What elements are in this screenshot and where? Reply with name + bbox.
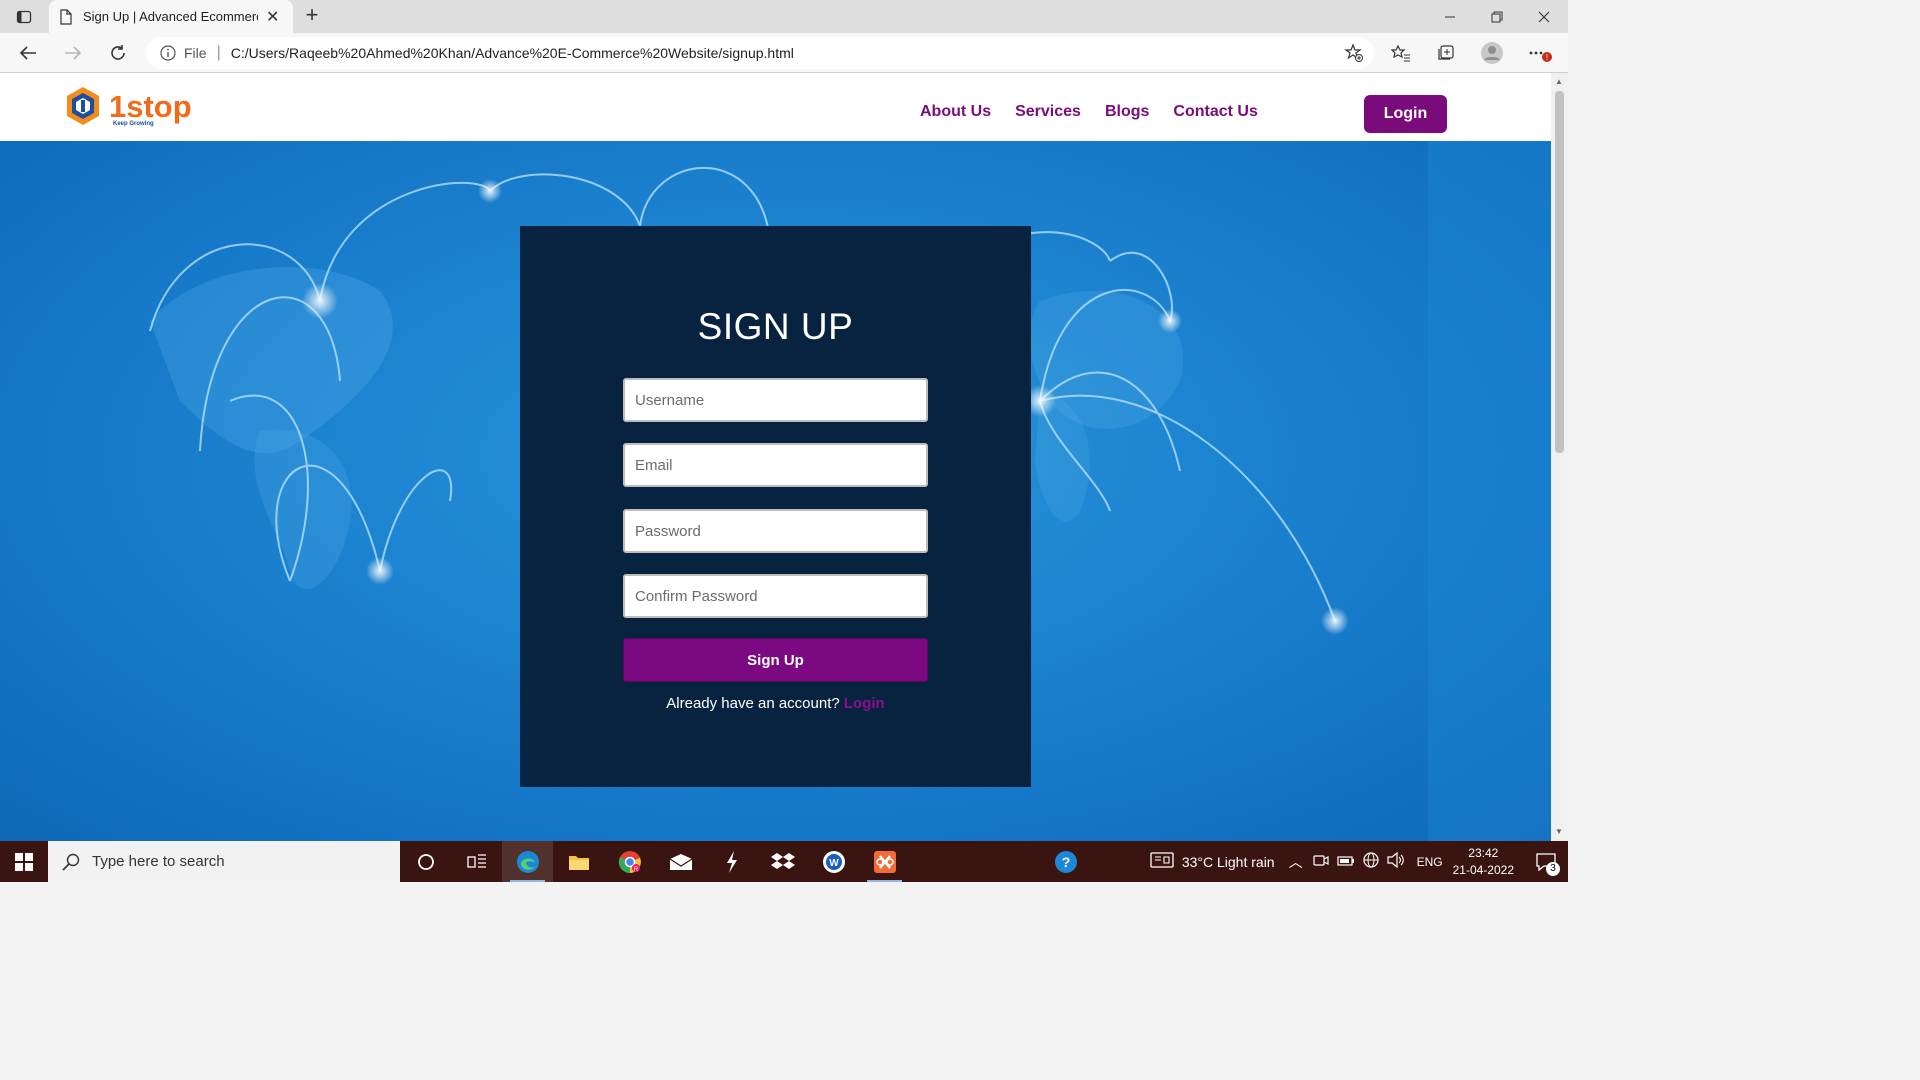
- nav-blogs[interactable]: Blogs: [1105, 103, 1149, 121]
- scroll-down-icon[interactable]: ▼: [1555, 827, 1563, 836]
- tab-title: Sign Up | Advanced Ecommerce: [83, 9, 258, 24]
- weather-icon[interactable]: [1150, 851, 1174, 872]
- notification-count: 3: [1546, 861, 1560, 876]
- search-placeholder: Type here to search: [92, 853, 225, 870]
- show-hidden-icons-icon[interactable]: ︿: [1289, 852, 1303, 872]
- nav-services[interactable]: Services: [1015, 103, 1081, 121]
- main-nav: About Us Services Blogs Contact Us: [920, 103, 1258, 121]
- hero-background: SIGN UP Sign Up Already have an account?…: [0, 141, 1551, 841]
- xampp-icon[interactable]: [859, 841, 910, 882]
- site-info[interactable]: File: [160, 45, 207, 61]
- system-tray: 33°C Light rain ︿ ENG 23:42 21-04-2022 3: [1150, 841, 1568, 882]
- url-text: C:/Users/Raqeeb%20Ahmed%20Khan/Advance%2…: [230, 45, 794, 61]
- clock-date: 21-04-2022: [1452, 862, 1514, 877]
- windows-taskbar: Type here to search R W ? 33°C Light rai…: [0, 841, 1568, 882]
- svg-text:R: R: [633, 867, 638, 873]
- signup-title: SIGN UP: [697, 306, 854, 347]
- login-link[interactable]: Login: [844, 695, 885, 712]
- notifications-icon[interactable]: 3: [1524, 852, 1568, 876]
- address-bar[interactable]: File | C:/Users/Raqeeb%20Ahmed%20Khan/Ad…: [146, 37, 1374, 69]
- address-separator: |: [216, 44, 221, 61]
- scrollbar-thumb[interactable]: [1555, 91, 1564, 453]
- signup-card: SIGN UP Sign Up Already have an account?…: [520, 226, 1031, 787]
- task-view-icon[interactable]: [451, 841, 502, 882]
- back-icon[interactable]: [13, 39, 43, 67]
- meet-now-icon[interactable]: [1312, 853, 1329, 870]
- password-input[interactable]: [623, 509, 928, 553]
- site-header: 1stop Keep Growing About Us Services Blo…: [0, 73, 1551, 141]
- address-prefix: File: [184, 45, 207, 61]
- site-logo[interactable]: 1stop Keep Growing: [65, 85, 195, 129]
- network-globe-icon[interactable]: [1362, 852, 1379, 871]
- file-explorer-icon[interactable]: [553, 841, 604, 882]
- bolt-app-icon[interactable]: [706, 841, 757, 882]
- browser-tab-active[interactable]: Sign Up | Advanced Ecommerce ✕: [49, 0, 293, 33]
- tab-actions-icon[interactable]: [10, 6, 38, 28]
- restore-icon[interactable]: [1474, 0, 1520, 33]
- svg-text:?: ?: [1061, 854, 1070, 870]
- scroll-up-icon[interactable]: ▲: [1555, 77, 1563, 86]
- help-icon[interactable]: ?: [1040, 841, 1091, 882]
- forward-icon[interactable]: [58, 39, 88, 67]
- mail-icon[interactable]: [655, 841, 706, 882]
- clock-time: 23:42: [1468, 845, 1499, 860]
- volume-icon[interactable]: [1386, 851, 1405, 871]
- profile-avatar-icon[interactable]: [1477, 39, 1507, 67]
- language-indicator[interactable]: ENG: [1417, 855, 1443, 869]
- taskbar-clock[interactable]: 23:42 21-04-2022: [1453, 845, 1514, 879]
- signup-submit-button[interactable]: Sign Up: [623, 638, 928, 682]
- close-window-icon[interactable]: [1521, 0, 1567, 33]
- minimize-icon[interactable]: [1427, 0, 1473, 33]
- taskbar-search[interactable]: Type here to search: [48, 841, 400, 882]
- collections-icon[interactable]: [1431, 39, 1461, 67]
- cortana-icon[interactable]: [400, 841, 451, 882]
- add-favorite-icon[interactable]: [1344, 43, 1364, 68]
- logo-mark-icon: 1stop Keep Growing: [67, 87, 192, 127]
- dropbox-icon[interactable]: [757, 841, 808, 882]
- edge-taskbar-icon[interactable]: [502, 841, 553, 882]
- confirm-password-input[interactable]: [623, 574, 928, 618]
- page-scrollbar[interactable]: ▲ ▼: [1551, 73, 1568, 841]
- chrome-icon[interactable]: R: [604, 841, 655, 882]
- login-prompt-text: Already have an account?: [666, 695, 840, 712]
- browser-toolbar: File | C:/Users/Raqeeb%20Ahmed%20Khan/Ad…: [0, 33, 1568, 73]
- active-indicator: [510, 880, 545, 882]
- new-tab-icon[interactable]: +: [300, 4, 324, 28]
- battery-icon[interactable]: [1336, 854, 1355, 870]
- word-like-app-icon[interactable]: W: [808, 841, 859, 882]
- logo-tagline: Keep Growing: [113, 121, 154, 127]
- svg-text:!: !: [1546, 53, 1548, 62]
- header-login-button[interactable]: Login: [1364, 95, 1447, 133]
- nav-contact-us[interactable]: Contact Us: [1173, 103, 1257, 121]
- svg-text:W: W: [829, 858, 839, 869]
- email-input[interactable]: [623, 443, 928, 487]
- info-icon: [160, 45, 176, 61]
- windows-start-icon[interactable]: [0, 841, 48, 882]
- page-icon: [60, 8, 72, 25]
- favorites-icon[interactable]: [1386, 39, 1416, 67]
- settings-more-icon[interactable]: !: [1524, 39, 1554, 67]
- logo-text: 1stop: [109, 89, 192, 124]
- weather-text[interactable]: 33°C Light rain: [1182, 854, 1275, 870]
- refresh-icon[interactable]: [103, 39, 133, 67]
- tab-close-icon[interactable]: ✕: [266, 7, 279, 27]
- login-prompt: Already have an account? Login: [520, 695, 1031, 712]
- browser-tab-strip: Sign Up | Advanced Ecommerce ✕ +: [0, 0, 1568, 33]
- web-page: 1stop Keep Growing About Us Services Blo…: [0, 73, 1551, 841]
- search-icon: [62, 853, 80, 871]
- xampp-indicator: [867, 880, 902, 882]
- username-input[interactable]: [623, 378, 928, 422]
- hero-right-strip: [1428, 141, 1551, 841]
- nav-about-us[interactable]: About Us: [920, 103, 991, 121]
